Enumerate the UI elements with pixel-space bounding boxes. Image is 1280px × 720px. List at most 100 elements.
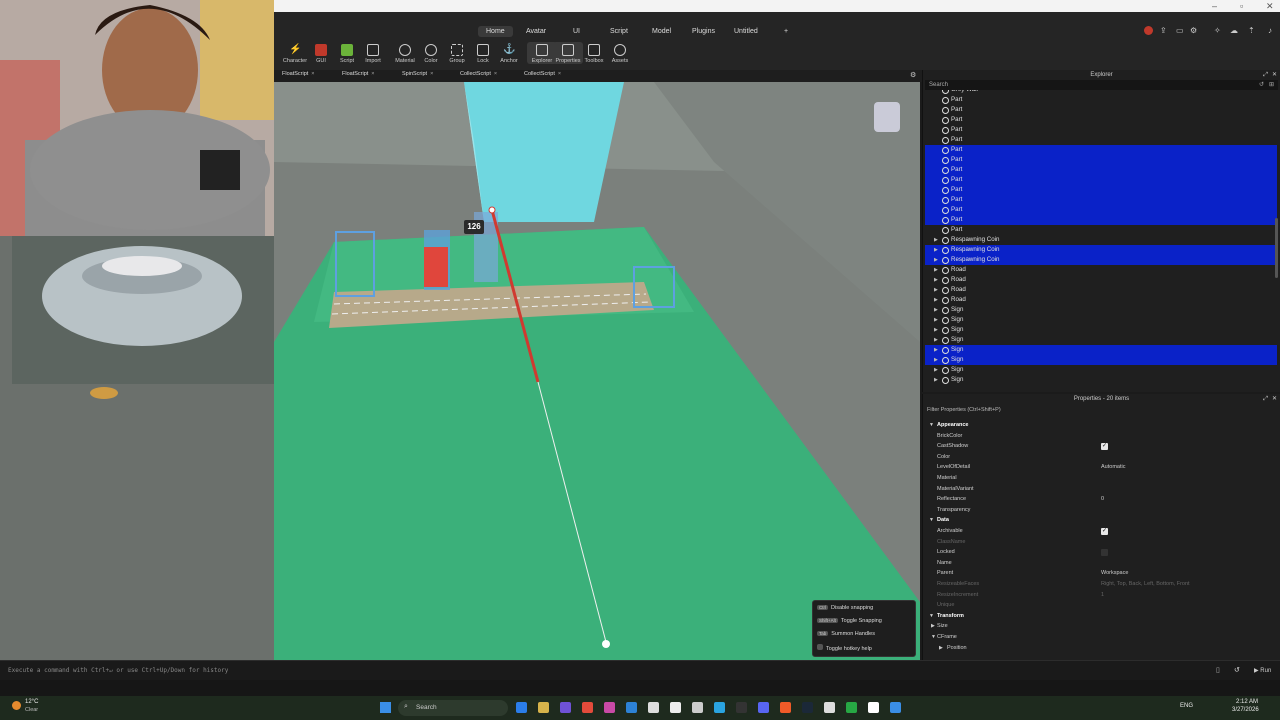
collapse-arrow-icon[interactable]: ▼: [929, 420, 934, 431]
settings-icon[interactable]: ⚙: [1190, 26, 1197, 35]
explorer-item[interactable]: Part: [925, 145, 1277, 155]
explorer-item[interactable]: Part: [925, 175, 1277, 185]
pin-icon[interactable]: ▯: [1216, 666, 1220, 674]
explorer-item[interactable]: Part: [925, 95, 1277, 105]
property-section[interactable]: ▼ Appearance: [925, 420, 1277, 431]
close-tab-icon[interactable]: ×: [558, 71, 561, 77]
command-bar[interactable]: Execute a command with Ctrl+↵ or use Ctr…: [0, 660, 1280, 680]
expand-arrow-icon[interactable]: ▶: [934, 245, 938, 255]
expand-arrow-icon[interactable]: ▶: [934, 365, 938, 375]
expand-arrow-icon[interactable]: ▶: [934, 295, 938, 305]
explorer-item[interactable]: ▶ Sign: [925, 315, 1277, 325]
import-tool[interactable]: Import: [358, 42, 388, 64]
file-explorer-icon[interactable]: [538, 702, 549, 713]
property-row[interactable]: ▼ CFrame: [925, 632, 1277, 643]
property-section[interactable]: ▼ Transform: [925, 611, 1277, 622]
roblox-studio-icon[interactable]: [868, 702, 879, 713]
property-row[interactable]: Material: [925, 473, 1277, 484]
notification-bell-icon[interactable]: ♪: [1268, 26, 1272, 35]
explorer-item[interactable]: Part: [925, 115, 1277, 125]
property-row[interactable]: CastShadow ✓: [925, 441, 1277, 452]
property-row[interactable]: Locked: [925, 547, 1277, 558]
telegram-icon[interactable]: [714, 702, 725, 713]
app-icon[interactable]: [736, 702, 747, 713]
explorer-item[interactable]: Part: [925, 185, 1277, 195]
expand-arrow-icon[interactable]: ▶: [934, 235, 938, 245]
property-row[interactable]: ResizeableFaces Right, Top, Back, Left, B…: [925, 579, 1277, 590]
tab-ui[interactable]: UI: [565, 26, 588, 37]
share-icon[interactable]: ⇪: [1160, 26, 1167, 35]
explorer-item[interactable]: ▶ Sign: [925, 375, 1277, 385]
tab-untitled[interactable]: Untitled: [726, 26, 766, 37]
property-row[interactable]: ▶ Position: [925, 643, 1277, 654]
property-row[interactable]: BrickColor: [925, 431, 1277, 442]
property-row[interactable]: Name: [925, 558, 1277, 569]
maximize-icon[interactable]: ▫: [1240, 1, 1243, 11]
property-value[interactable]: 0: [1101, 494, 1104, 505]
popout-icon[interactable]: ⤢: [1263, 394, 1268, 404]
run-button[interactable]: ▶ Run: [1254, 667, 1271, 674]
app-icon[interactable]: [670, 702, 681, 713]
property-row[interactable]: Unique: [925, 600, 1277, 611]
brave-icon[interactable]: [780, 702, 791, 713]
app-icon[interactable]: [824, 702, 835, 713]
assets-tool[interactable]: Assets: [605, 42, 635, 64]
property-row[interactable]: MaterialVariant: [925, 484, 1277, 495]
close-tab-icon[interactable]: ×: [311, 71, 314, 77]
language-indicator[interactable]: ENG: [1180, 703, 1193, 709]
property-row[interactable]: ▶ Size: [925, 621, 1277, 632]
explorer-item[interactable]: Part: [925, 225, 1277, 235]
close-tab-icon[interactable]: ×: [494, 71, 497, 77]
checkbox[interactable]: [1101, 549, 1108, 557]
expand-arrow-icon[interactable]: ▶: [934, 265, 938, 275]
property-value[interactable]: Workspace: [1101, 568, 1128, 579]
app-icon[interactable]: [582, 702, 593, 713]
expand-arrow-icon[interactable]: ▶: [934, 335, 938, 345]
taskbar-search[interactable]: ⌕ Search: [398, 700, 508, 716]
explorer-item[interactable]: ▶ Respawning Coin: [925, 245, 1277, 255]
close-panel-icon[interactable]: ✕: [1272, 394, 1277, 404]
explorer-item[interactable]: ▶ Sign: [925, 355, 1277, 365]
explorer-item[interactable]: ▶ Road: [925, 285, 1277, 295]
property-row[interactable]: ResizeIncrement 1: [925, 590, 1277, 601]
avatar-icon[interactable]: [1144, 26, 1153, 35]
minimize-icon[interactable]: –: [1212, 1, 1217, 11]
explorer-item[interactable]: Part: [925, 105, 1277, 115]
expand-arrow-icon[interactable]: ▶: [934, 315, 938, 325]
explorer-item[interactable]: Part: [925, 205, 1277, 215]
script-tab[interactable]: FloatScript ×: [282, 71, 315, 77]
close-tab-icon[interactable]: ×: [371, 71, 374, 77]
filter-icon[interactable]: ⊞: [1269, 80, 1274, 90]
close-icon[interactable]: ✕: [1266, 1, 1274, 12]
explorer-item[interactable]: ▶ Road: [925, 265, 1277, 275]
tab-script[interactable]: Script: [602, 26, 636, 37]
popout-icon[interactable]: ⤢: [1263, 70, 1268, 80]
property-row[interactable]: Transparency: [925, 505, 1277, 516]
explorer-item[interactable]: Part: [925, 135, 1277, 145]
viewport-settings-icon[interactable]: ⚙: [910, 71, 916, 79]
clock-time[interactable]: 2:12 AM: [1236, 699, 1258, 705]
property-section[interactable]: ▼ Data: [925, 515, 1277, 526]
history-icon[interactable]: ↺: [1234, 666, 1240, 674]
expand-arrow-icon[interactable]: ▶: [934, 355, 938, 365]
app-icon[interactable]: [648, 702, 659, 713]
explorer-item[interactable]: ▶ Sign: [925, 335, 1277, 345]
explorer-search[interactable]: Search ↺ ⊞: [925, 80, 1278, 90]
app-icon[interactable]: [604, 702, 615, 713]
script-tab[interactable]: FloatScript ×: [342, 71, 375, 77]
tab-model[interactable]: Model: [644, 26, 679, 37]
chat-icon[interactable]: ▭: [1176, 26, 1184, 35]
explorer-item[interactable]: ▶ Sign: [925, 365, 1277, 375]
expand-arrow-icon[interactable]: ▶: [934, 325, 938, 335]
explorer-item[interactable]: ▶ Road: [925, 275, 1277, 285]
explorer-item[interactable]: ▶ Respawning Coin: [925, 235, 1277, 245]
anchor-tool[interactable]: ⚓ Anchor: [494, 42, 524, 64]
property-row[interactable]: Color: [925, 452, 1277, 463]
script-tab[interactable]: SpinScript ×: [402, 71, 433, 77]
app-icon[interactable]: [560, 702, 571, 713]
collapse-arrow-icon[interactable]: ▼: [929, 611, 934, 622]
discord-icon[interactable]: [758, 702, 769, 713]
property-value[interactable]: Right, Top, Back, Left, Bottom, Front: [1101, 579, 1190, 590]
explorer-item[interactable]: Part: [925, 155, 1277, 165]
explorer-item[interactable]: Part: [925, 125, 1277, 135]
